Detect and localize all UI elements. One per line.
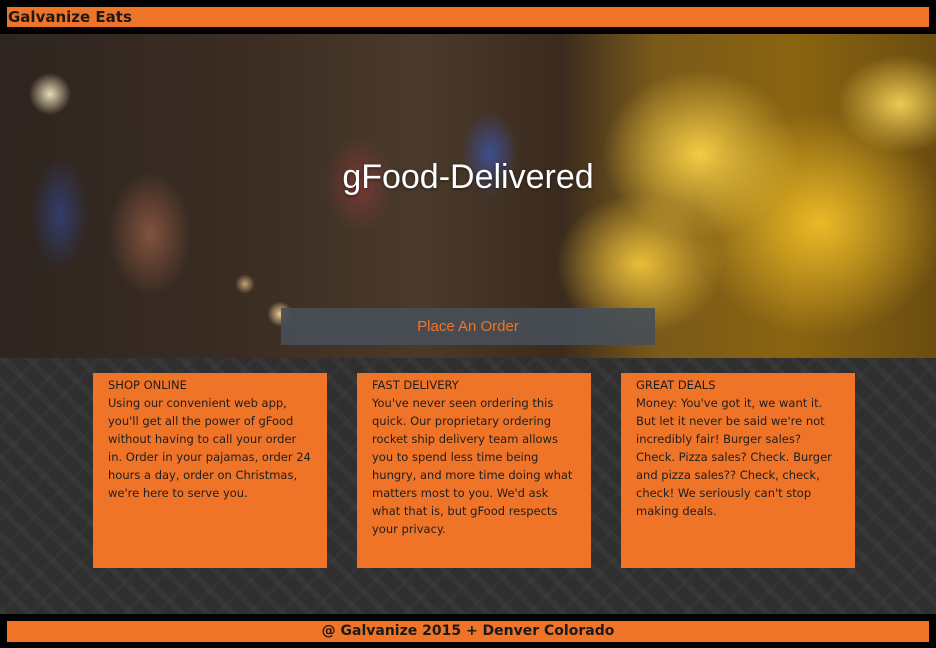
feature-card-fast-delivery: FAST DELIVERY You've never seen ordering…	[357, 373, 591, 568]
feature-title: SHOP ONLINE	[108, 378, 187, 392]
feature-title: FAST DELIVERY	[372, 378, 459, 392]
hero-banner: gFood-Delivered Place An Order	[0, 34, 936, 358]
hero-title: gFood-Delivered	[342, 158, 594, 196]
features-section: SHOP ONLINE Using our convenient web app…	[0, 358, 936, 614]
feature-card-shop-online: SHOP ONLINE Using our convenient web app…	[93, 373, 327, 568]
footer-text: @ Galvanize 2015 + Denver Colorado	[321, 623, 615, 639]
feature-description: You've never seen ordering this quick. O…	[372, 396, 573, 536]
place-order-button[interactable]: Place An Order	[281, 308, 655, 345]
feature-description: Money: You've got it, we want it. But le…	[636, 396, 832, 518]
top-nav-bar: Galvanize Eats	[5, 5, 931, 29]
feature-description: Using our convenient web app, you'll get…	[108, 396, 311, 500]
feature-title: GREAT DEALS	[636, 378, 716, 392]
brand-title[interactable]: Galvanize Eats	[8, 8, 132, 26]
footer-bar: @ Galvanize 2015 + Denver Colorado	[5, 619, 931, 644]
feature-card-great-deals: GREAT DEALS Money: You've got it, we wan…	[621, 373, 855, 568]
